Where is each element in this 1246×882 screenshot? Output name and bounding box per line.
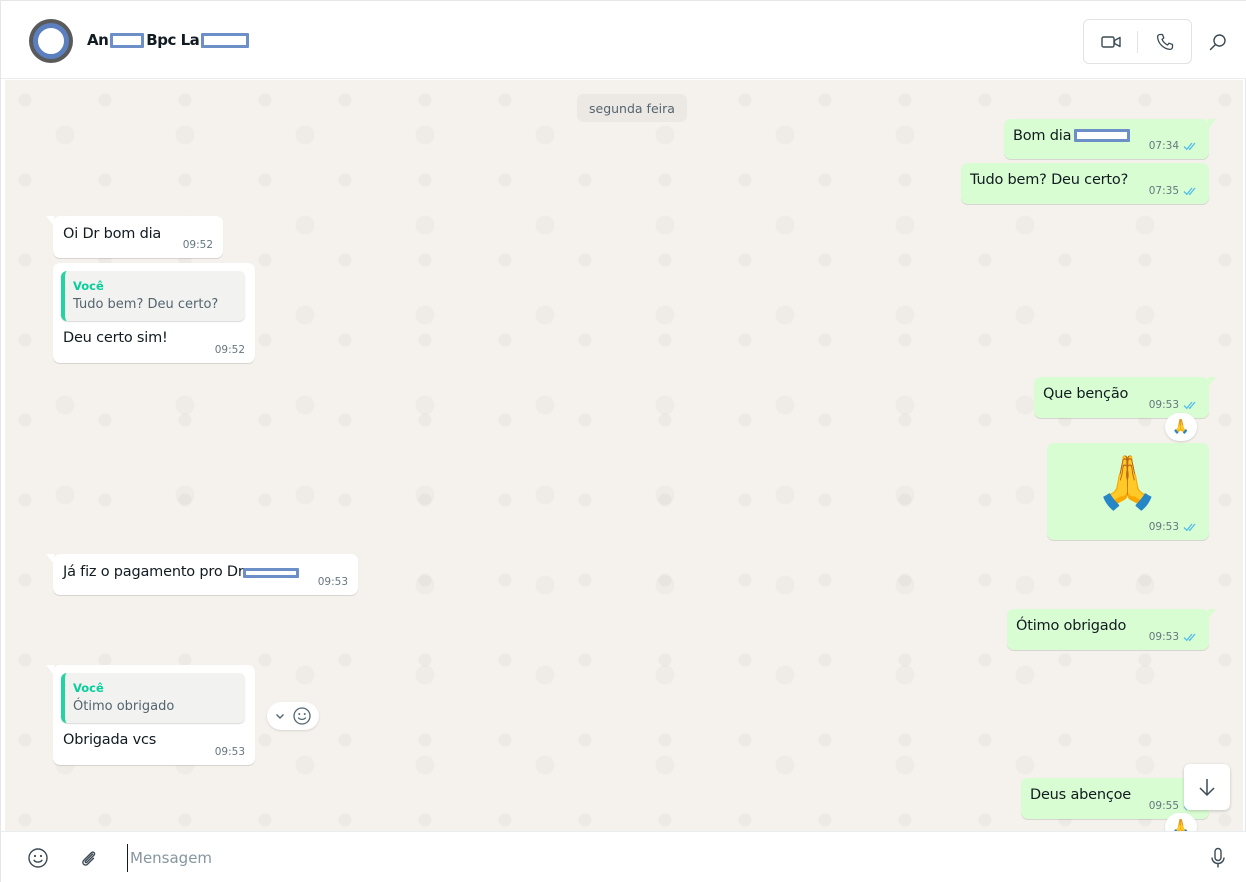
emoji-button[interactable] <box>26 846 50 870</box>
emoji-message: 🙏 <box>1095 453 1160 513</box>
search-icon <box>1209 34 1226 51</box>
message-text: Oi Dr bom dia <box>63 226 162 242</box>
message-bubble-incoming[interactable]: Você Tudo bem? Deu certo? Deu certo sim!… <box>53 263 255 363</box>
message-meta: 07:34 <box>1149 140 1199 152</box>
call-buttons <box>1083 19 1192 64</box>
phone-icon <box>1156 33 1173 50</box>
microphone-icon <box>1211 847 1225 868</box>
message-time: 09:53 <box>1148 399 1179 411</box>
redaction-box <box>243 568 299 578</box>
message-time: 07:35 <box>1148 185 1179 197</box>
message-meta: 09:53 <box>215 746 245 758</box>
redaction-box <box>1074 129 1130 142</box>
attach-button[interactable] <box>76 846 100 870</box>
message-text: Deus abençoe <box>1030 787 1132 803</box>
message-bubble-outgoing[interactable]: Bom dia 07:34 <box>1004 119 1216 159</box>
quoted-author: Você <box>73 279 104 293</box>
chevron-down-icon[interactable] <box>274 710 286 722</box>
redaction-box <box>201 32 250 48</box>
voice-message-button[interactable] <box>1206 846 1230 870</box>
message-meta: 09:52 <box>215 344 245 356</box>
redaction-box <box>110 32 145 48</box>
message-time: 09:53 <box>1148 521 1179 533</box>
date-separator: segunda feira <box>577 94 687 122</box>
quoted-message[interactable]: Você Ótimo obrigado <box>61 673 245 723</box>
double-check-icon <box>1183 187 1196 196</box>
emoji-reaction-icon[interactable] <box>292 706 312 726</box>
contact-name-part-1: An <box>87 31 109 49</box>
message-time: 09:55 <box>1148 800 1179 812</box>
message-time: 09:52 <box>214 344 245 356</box>
video-call-button[interactable] <box>1084 20 1137 63</box>
message-bubble-incoming[interactable]: Você Ótimo obrigado Obrigada vcs 09:53 <box>46 665 255 765</box>
chat-header: An Bpc La <box>1 1 1246 79</box>
message-meta: 09:53 <box>1149 521 1199 533</box>
message-time: 09:52 <box>182 239 213 251</box>
message-bubble-outgoing[interactable]: 🙏 09:53 <box>1047 443 1209 540</box>
message-time: 09:53 <box>1148 631 1179 643</box>
message-time: 09:53 <box>214 746 245 758</box>
quoted-message[interactable]: Você Tudo bem? Deu certo? <box>61 271 245 321</box>
message-text: Bom dia <box>1013 128 1072 144</box>
scroll-to-bottom-button[interactable] <box>1184 764 1230 810</box>
message-text: Ótimo obrigado <box>1016 618 1127 634</box>
message-time: 07:34 <box>1148 140 1179 152</box>
whatsapp-window: An Bpc La segunda feira Bom dia 07:34 Tu… <box>0 0 1246 882</box>
message-reaction[interactable]: 🙏 <box>1165 413 1197 441</box>
quoted-author: Você <box>73 681 104 695</box>
search-button[interactable] <box>1205 29 1231 55</box>
message-bubble-incoming[interactable]: Oi Dr bom dia 09:52 <box>46 216 223 258</box>
message-list[interactable]: segunda feira Bom dia 07:34 Tudo bem? De… <box>5 80 1243 831</box>
paperclip-icon <box>82 851 96 866</box>
quoted-text: Ótimo obrigado <box>73 699 175 714</box>
double-check-icon <box>1183 142 1196 151</box>
double-check-icon <box>1183 523 1196 532</box>
message-bubble-outgoing[interactable]: Que benção 09:53 <box>1034 377 1216 418</box>
emoji-icon <box>28 848 48 868</box>
message-text: Obrigada vcs <box>63 732 157 748</box>
message-composer <box>1 831 1246 882</box>
message-text: Deu certo sim! <box>63 330 168 346</box>
arrow-down-icon <box>1199 779 1215 797</box>
message-text: Que benção <box>1043 386 1129 402</box>
quoted-text: Tudo bem? Deu certo? <box>73 297 219 312</box>
voice-call-button[interactable] <box>1138 20 1191 63</box>
message-meta: 09:53 <box>1149 399 1199 411</box>
contact-name[interactable]: An Bpc La <box>87 31 250 49</box>
message-text: Tudo bem? Deu certo? <box>970 172 1129 188</box>
message-reaction[interactable]: 🙏 <box>1165 813 1197 831</box>
message-bubble-outgoing[interactable]: Tudo bem? Deu certo? 07:35 <box>961 163 1209 204</box>
message-input[interactable] <box>127 844 1187 872</box>
message-bubble-outgoing[interactable]: Ótimo obrigado 09:53 <box>1007 609 1216 650</box>
message-hover-tools <box>267 702 319 730</box>
double-check-icon <box>1183 401 1196 410</box>
message-bubble-incoming[interactable]: Já fiz o pagamento pro Dr 09:53 <box>46 554 358 595</box>
message-time: 09:53 <box>317 576 348 588</box>
message-meta: 07:35 <box>1149 185 1199 197</box>
message-text: Já fiz o pagamento pro Dr <box>63 564 244 580</box>
message-meta: 09:53 <box>1149 631 1199 643</box>
contact-name-part-2: Bpc La <box>146 31 200 49</box>
double-check-icon <box>1183 633 1196 642</box>
message-meta: 09:53 <box>318 576 348 588</box>
message-meta: 09:52 <box>183 239 213 251</box>
video-camera-icon <box>1100 35 1121 48</box>
contact-avatar[interactable] <box>29 19 73 63</box>
